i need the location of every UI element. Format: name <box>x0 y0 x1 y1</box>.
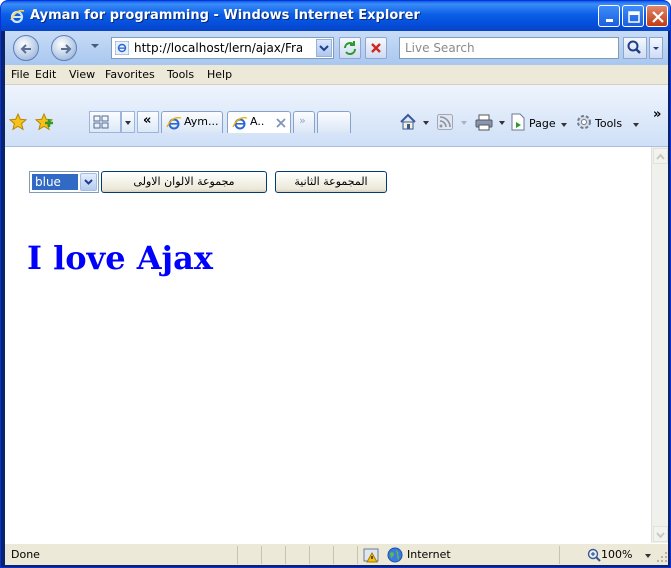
status-divider <box>261 546 262 564</box>
menu-file[interactable]: File <box>11 68 29 81</box>
menu-help[interactable]: Help <box>207 68 232 81</box>
more-commands-icon[interactable]: » <box>653 107 661 122</box>
first-color-group-button[interactable]: مجموعة الالوان الاولى <box>101 171 267 193</box>
quick-tabs-icon <box>93 115 109 129</box>
search-icon <box>627 40 641 54</box>
protected-mode-icon[interactable] <box>363 547 379 563</box>
printer-icon[interactable] <box>475 113 493 131</box>
address-dropdown-button[interactable] <box>316 39 332 57</box>
color-select[interactable]: blue <box>29 171 99 193</box>
menu-tools[interactable]: Tools <box>167 68 194 81</box>
chevron-down-icon <box>84 179 93 185</box>
address-bar: http://localhost/lern/ajax/Fram Live Sea… <box>5 31 668 65</box>
chevron-down-icon <box>656 532 665 539</box>
second-color-group-button[interactable]: المجموعة الثانية <box>275 171 387 193</box>
menu-favorites[interactable]: Favorites <box>105 68 155 81</box>
new-tab-button[interactable] <box>317 111 351 133</box>
status-divider <box>237 546 238 564</box>
close-tab-icon[interactable] <box>276 118 286 128</box>
print-dropdown[interactable] <box>499 121 505 125</box>
tab-label: A.. <box>250 115 265 128</box>
scroll-tabs-left-button[interactable]: « <box>137 111 159 133</box>
search-placeholder: Live Search <box>405 41 475 55</box>
page-content: blue مجموعة الالوان الاولى المجموعة الثا… <box>5 147 668 543</box>
page-menu-label[interactable]: Page <box>529 117 556 130</box>
scroll-down-button[interactable] <box>653 526 668 542</box>
zoom-level[interactable]: 100% <box>601 548 632 561</box>
minimize-button[interactable] <box>598 5 620 27</box>
ie-page-icon <box>115 41 129 55</box>
close-icon <box>652 11 664 23</box>
search-input[interactable]: Live Search <box>399 37 619 59</box>
vertical-scrollbar[interactable] <box>651 147 668 543</box>
command-bar: « Aym... A.. » Page Tools » <box>5 85 668 147</box>
chevron-up-icon <box>656 153 665 160</box>
feeds-dropdown[interactable] <box>461 121 467 125</box>
tab-label: Aym... <box>184 115 219 128</box>
window-title: Ayman for programming - Windows Internet… <box>30 8 420 23</box>
ie-tab-icon <box>232 117 248 130</box>
page-heading: I love Ajax <box>27 239 213 277</box>
status-divider <box>285 546 286 564</box>
tab-list-dropdown[interactable] <box>121 111 135 133</box>
quick-tabs-button[interactable] <box>89 111 121 133</box>
gear-icon <box>577 115 591 129</box>
double-chevron-left-icon: « <box>143 113 152 128</box>
favorites-star-icon[interactable] <box>9 113 27 131</box>
url-text: http://localhost/lern/ajax/Fram <box>134 41 302 55</box>
feeds-icon[interactable] <box>437 114 453 130</box>
stop-button[interactable] <box>365 37 387 59</box>
tools-dropdown[interactable] <box>633 123 639 127</box>
tools-menu-label[interactable]: Tools <box>595 117 622 130</box>
status-bar: Done Internet 100% <box>5 543 668 565</box>
page-icon <box>511 113 525 131</box>
status-divider <box>357 546 358 564</box>
zoom-icon <box>587 548 601 562</box>
resize-grip-icon[interactable] <box>657 552 668 563</box>
menu-edit[interactable]: Edit <box>35 68 56 81</box>
chevron-down-icon <box>125 121 131 125</box>
maximize-button[interactable] <box>622 5 644 27</box>
home-icon[interactable] <box>399 113 417 131</box>
back-button[interactable] <box>13 35 39 61</box>
forward-arrow-icon <box>61 44 72 54</box>
add-favorites-icon[interactable] <box>35 113 53 131</box>
minimize-icon <box>606 19 613 22</box>
ie-logo-icon <box>10 9 25 24</box>
refresh-button[interactable] <box>339 37 361 59</box>
scroll-up-button[interactable] <box>653 148 668 164</box>
scroll-tabs-right-button[interactable]: » <box>293 111 315 133</box>
menu-bar: File Edit View Favorites Tools Help <box>5 65 668 85</box>
page-dropdown[interactable] <box>561 123 567 127</box>
menu-view[interactable]: View <box>69 68 95 81</box>
ie-window: Ayman for programming - Windows Internet… <box>0 0 671 568</box>
refresh-icon <box>344 41 356 55</box>
stop-icon <box>371 43 381 53</box>
status-divider <box>309 546 310 564</box>
color-select-dropdown-button[interactable] <box>80 173 97 191</box>
close-button[interactable] <box>646 5 668 27</box>
chevron-down-icon <box>653 47 659 50</box>
tab-ayman[interactable]: Aym... <box>161 111 223 133</box>
address-field[interactable]: http://localhost/lern/ajax/Fram <box>111 37 334 59</box>
search-options-dropdown[interactable] <box>649 37 663 59</box>
chevron-down-icon <box>319 45 329 52</box>
ie-tab-icon <box>166 117 182 130</box>
double-chevron-right-icon: » <box>299 114 306 127</box>
search-button[interactable] <box>623 37 647 59</box>
selected-color-value: blue <box>32 174 78 190</box>
status-divider <box>333 546 334 564</box>
security-zone-label[interactable]: Internet <box>407 548 451 561</box>
maximize-icon <box>628 11 640 23</box>
zoom-dropdown[interactable] <box>645 554 651 558</box>
globe-icon <box>387 547 403 563</box>
recent-pages-dropdown[interactable] <box>91 44 99 48</box>
home-dropdown[interactable] <box>423 121 429 125</box>
tab-active[interactable]: A.. <box>227 111 291 133</box>
status-divider <box>559 546 560 564</box>
back-arrow-icon <box>20 44 31 54</box>
forward-button[interactable] <box>51 35 77 61</box>
title-bar[interactable]: Ayman for programming - Windows Internet… <box>1 1 670 31</box>
status-text: Done <box>11 548 40 561</box>
